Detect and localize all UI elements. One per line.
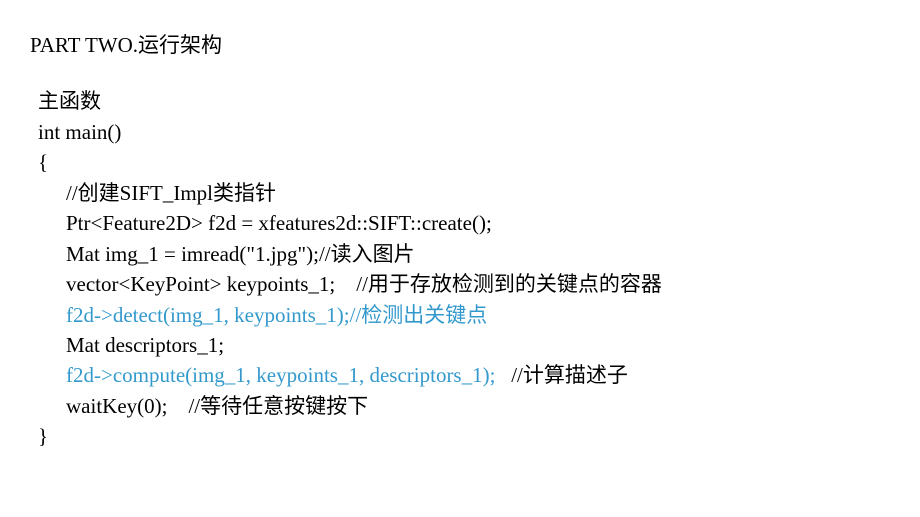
- code-body: //创建SIFT_Impl类指针 Ptr<Feature2D> f2d = xf…: [38, 178, 920, 422]
- code-line: Mat img_1 = imread("1.jpg");//读入图片: [66, 239, 920, 269]
- code-line: 主函数: [38, 86, 920, 116]
- code-block: 主函数 int main() { //创建SIFT_Impl类指针 Ptr<Fe…: [30, 86, 920, 451]
- code-line: vector<KeyPoint> keypoints_1; //用于存放检测到的…: [66, 269, 920, 299]
- code-line: f2d->compute(img_1, keypoints_1, descrip…: [66, 360, 920, 390]
- code-comment: //创建SIFT_Impl类指针: [66, 178, 920, 208]
- code-line: waitKey(0); //等待任意按键按下: [66, 391, 920, 421]
- code-line: {: [38, 147, 920, 177]
- code-line-highlight: f2d->detect(img_1, keypoints_1);//检测出关键点: [66, 300, 920, 330]
- section-title: PART TWO.运行架构: [30, 30, 920, 60]
- code-line: int main(): [38, 117, 920, 147]
- code-span-highlight: f2d->compute(img_1, keypoints_1, descrip…: [66, 363, 495, 387]
- code-span: //计算描述子: [495, 363, 627, 387]
- code-line: Ptr<Feature2D> f2d = xfeatures2d::SIFT::…: [66, 208, 920, 238]
- code-line: }: [38, 421, 920, 451]
- code-line: Mat descriptors_1;: [66, 330, 920, 360]
